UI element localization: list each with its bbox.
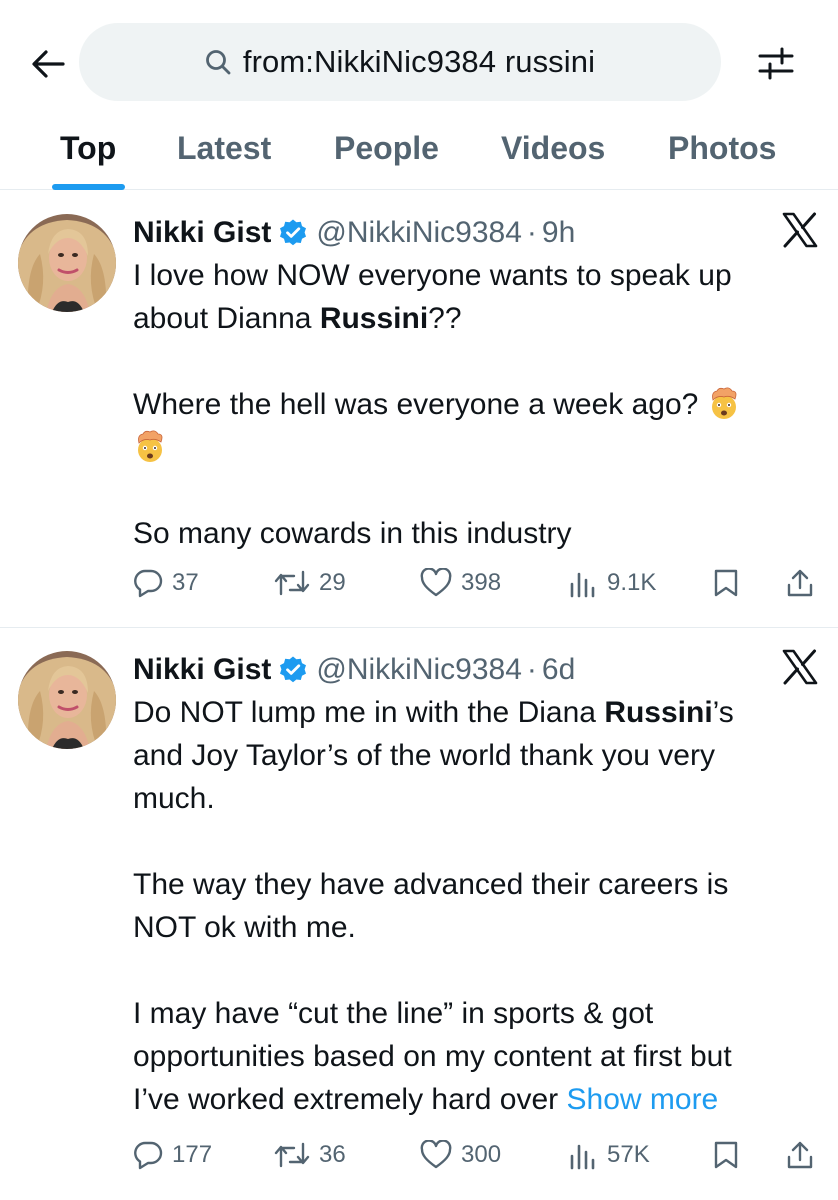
reply-count: 37: [172, 569, 199, 596]
like-icon: [420, 568, 452, 597]
bookmark-button[interactable]: [713, 1133, 739, 1177]
reply-icon: [134, 1141, 163, 1170]
like-count: 398: [461, 569, 502, 596]
views-icon: [570, 572, 595, 598]
show-more-link[interactable]: Show more: [567, 1083, 719, 1116]
tweet-timestamp[interactable]: 9h: [542, 216, 575, 250]
repost-button[interactable]: 29: [274, 561, 346, 605]
reply-button[interactable]: 37: [133, 561, 199, 605]
like-button[interactable]: 300: [420, 1133, 501, 1177]
tweet-header: Nikki Gist @NikkiNic9384 · 9h: [133, 212, 575, 254]
back-arrow-icon: [32, 50, 65, 78]
search-filter-button[interactable]: [752, 40, 800, 86]
active-tab-indicator: [52, 184, 125, 190]
repost-icon: [274, 570, 310, 596]
tweet-actions: 37 29 398 9.1K: [133, 561, 823, 605]
bookmark-icon: [714, 569, 738, 597]
search-highlight: Russini: [604, 696, 713, 729]
tab-top[interactable]: Top: [60, 130, 116, 167]
tab-latest[interactable]: Latest: [177, 130, 271, 167]
author-name[interactable]: Nikki Gist: [133, 216, 271, 250]
reply-button[interactable]: 177: [133, 1133, 212, 1177]
exploding-head-emoji: [707, 386, 741, 420]
like-button[interactable]: 398: [420, 561, 501, 605]
views-count: 9.1K: [607, 569, 657, 596]
tweet-text-line: So many cowards in this industry: [133, 517, 572, 550]
search-header: from:NikkiNic9384 russini Top Latest Peo…: [0, 0, 838, 190]
tweet-text-line: I’ve worked extremely hard over Show mor…: [133, 1083, 719, 1116]
search-query: from:NikkiNic9384 russini: [242, 44, 596, 79]
views-icon: [570, 1144, 595, 1170]
like-icon: [420, 1140, 452, 1169]
reply-icon: [134, 569, 163, 598]
tweet-text-line: Where the hell was everyone a week ago?: [133, 383, 823, 426]
reply-count: 177: [172, 1141, 213, 1168]
share-button[interactable]: [786, 1133, 814, 1177]
tweet-text-line: The way they have advanced their careers…: [133, 868, 729, 901]
share-button[interactable]: [786, 561, 814, 605]
tweet-text-line: much.: [133, 782, 215, 815]
views-count: 57K: [607, 1141, 650, 1168]
tweet-text-line: I may have “cut the line” in sports & go…: [133, 997, 654, 1030]
tweet-text-line: NOT ok with me.: [133, 911, 356, 944]
tweet-actions: 177 36 300 57K: [133, 1133, 823, 1177]
tweet-header: Nikki Gist @NikkiNic9384 · 6d: [133, 649, 575, 691]
bookmark-button[interactable]: [713, 561, 739, 605]
x-logo-icon: [782, 649, 818, 685]
back-button[interactable]: [26, 44, 70, 84]
verified-badge-icon: [278, 655, 308, 685]
views-button[interactable]: 9.1K: [568, 561, 656, 605]
views-button[interactable]: 57K: [568, 1133, 650, 1177]
tweet-text-line: [133, 426, 823, 469]
repost-count: 36: [319, 1141, 346, 1168]
tweet[interactable]: Nikki Gist @NikkiNic9384 · 6d Do NOT lum…: [0, 629, 838, 1200]
repost-count: 29: [319, 569, 346, 596]
x-logo-icon: [782, 212, 818, 248]
search-tabs: Top Latest People Videos Photos: [0, 120, 838, 190]
tab-people[interactable]: People: [334, 130, 439, 167]
search-icon: [205, 50, 231, 75]
author-name[interactable]: Nikki Gist: [133, 653, 271, 687]
repost-icon: [274, 1142, 310, 1168]
like-count: 300: [461, 1141, 502, 1168]
author-handle[interactable]: @NikkiNic9384: [316, 653, 522, 687]
avatar[interactable]: [18, 214, 116, 312]
verified-badge-icon: [278, 218, 308, 248]
tab-photos[interactable]: Photos: [668, 130, 776, 167]
filter-icon: [758, 47, 794, 80]
tab-videos[interactable]: Videos: [501, 130, 605, 167]
repost-button[interactable]: 36: [274, 1133, 346, 1177]
tweet-timestamp[interactable]: 6d: [542, 653, 575, 687]
search-input[interactable]: from:NikkiNic9384 russini: [79, 23, 721, 101]
tweet-text-line: Do NOT lump me in with the Diana Russini…: [133, 696, 734, 729]
tweet-text-line: and Joy Taylor’s of the world thank you …: [133, 739, 715, 772]
search-highlight: Russini: [319, 302, 429, 335]
avatar[interactable]: [18, 651, 116, 749]
tweet[interactable]: Nikki Gist @NikkiNic9384 · 9h I love how…: [0, 192, 838, 628]
tweet-text-line: about Dianna Russini??: [133, 302, 462, 335]
share-icon: [787, 1141, 813, 1169]
tweet-text: I love how NOW everyone wants to speak u…: [133, 254, 823, 555]
bookmark-icon: [714, 1141, 738, 1169]
tweet-text-line: opportunities based on my content at fir…: [133, 1040, 732, 1073]
share-icon: [787, 569, 813, 597]
tweet-text-line: I love how NOW everyone wants to speak u…: [133, 259, 732, 292]
separator-dot: ·: [526, 216, 537, 249]
tweet-text: Do NOT lump me in with the Diana Russini…: [133, 691, 823, 1121]
separator-dot: ·: [526, 653, 537, 686]
author-handle[interactable]: @NikkiNic9384: [316, 216, 522, 250]
exploding-head-emoji: [133, 429, 167, 463]
